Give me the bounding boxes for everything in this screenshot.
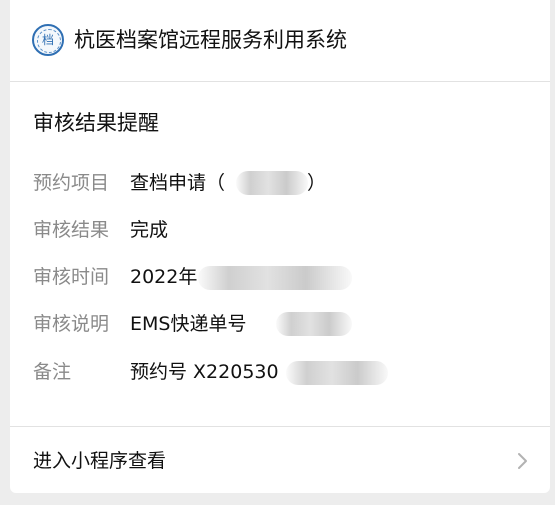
row-label: 备注	[33, 361, 72, 383]
row-remarks: 备注 预约号 X220530	[33, 357, 533, 387]
row-review-result: 审核结果 完成	[33, 215, 533, 245]
row-label: 审核结果	[33, 219, 110, 241]
redacted-blur	[286, 361, 388, 385]
row-label: 审核说明	[33, 313, 110, 335]
archive-logo-icon: 档	[32, 24, 64, 56]
open-miniprogram-label: 进入小程序查看	[33, 450, 167, 472]
row-value: EMS快递单号	[130, 313, 247, 335]
open-miniprogram-link[interactable]: 进入小程序查看	[10, 428, 550, 493]
header-divider	[10, 81, 550, 82]
app-title: 杭医档案馆远程服务利用系统	[74, 28, 347, 52]
row-label: 审核时间	[33, 266, 110, 288]
redacted-blur	[198, 266, 352, 290]
row-value: 预约号 X220530	[130, 361, 279, 383]
redacted-blur	[276, 312, 352, 336]
notification-card: 档 杭医档案馆远程服务利用系统 审核结果提醒 预约项目 查档申请（ ） 审核结果…	[10, 0, 550, 493]
closing-paren: ）	[307, 172, 327, 194]
notice-title: 审核结果提醒	[33, 111, 159, 135]
row-value: 完成	[130, 219, 169, 241]
footer-divider	[10, 426, 550, 427]
row-value: 查档申请（	[130, 172, 226, 194]
card-header[interactable]: 档 杭医档案馆远程服务利用系统	[10, 0, 550, 80]
chevron-right-icon	[518, 453, 527, 469]
row-value: 2022年	[130, 266, 198, 288]
redacted-blur	[236, 171, 308, 195]
row-label: 预约项目	[33, 172, 110, 194]
